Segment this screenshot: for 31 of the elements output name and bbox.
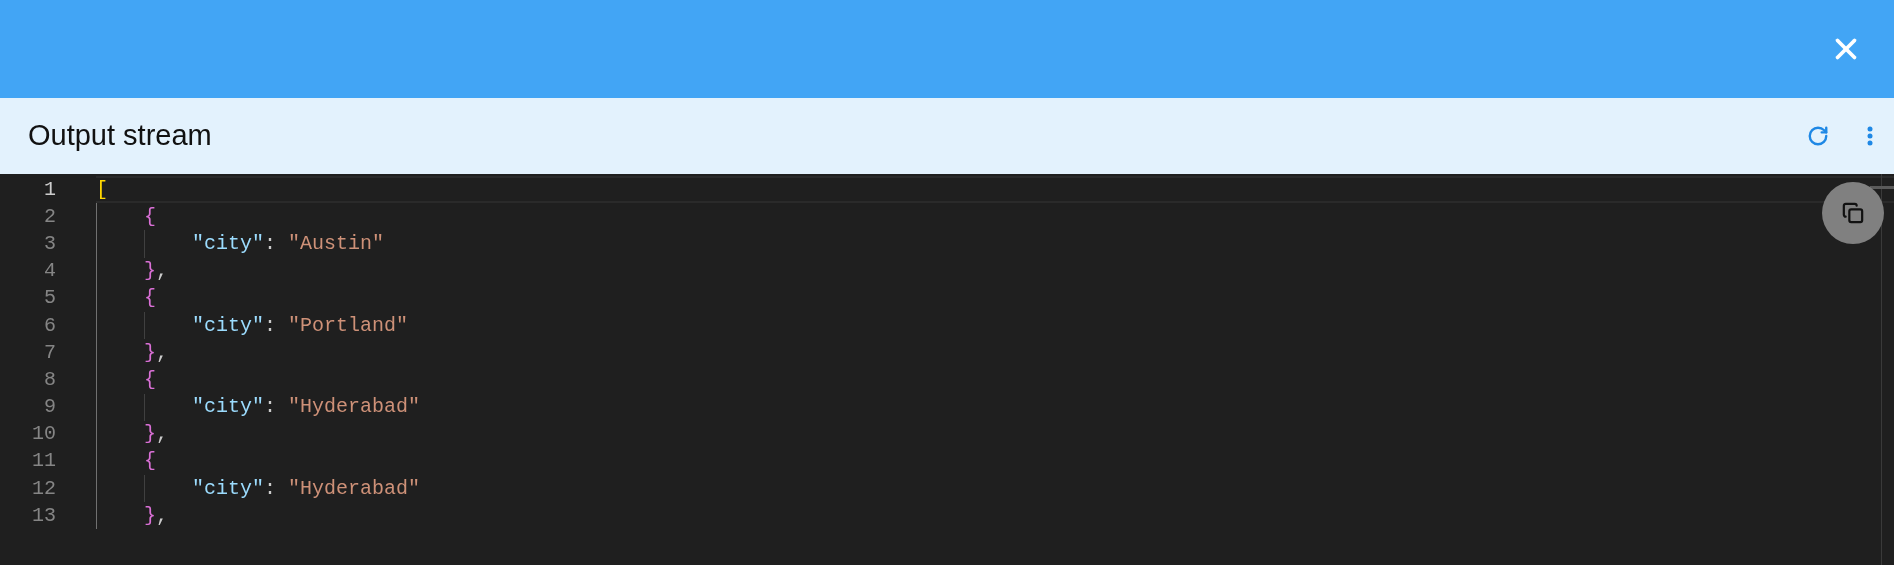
code-line: { xyxy=(144,285,156,312)
line-number: 2 xyxy=(43,203,56,230)
code-line: "city": "Portland" xyxy=(192,312,409,339)
line-number: 5 xyxy=(43,285,56,312)
refresh-icon xyxy=(1807,125,1829,147)
line-number: 10 xyxy=(31,421,56,448)
code-line: "city": "Austin" xyxy=(192,230,385,257)
code-line: { xyxy=(144,366,156,393)
code-line: }, xyxy=(144,258,169,285)
copy-icon xyxy=(1842,202,1864,224)
code-line: "city": "Hyderabad" xyxy=(192,475,421,502)
line-number: 12 xyxy=(31,475,56,502)
code-line: }, xyxy=(144,421,169,448)
line-number: 9 xyxy=(43,394,56,421)
code-line: [ xyxy=(96,176,108,203)
line-number: 11 xyxy=(31,448,56,475)
more-options-icon xyxy=(1867,126,1873,146)
line-number: 13 xyxy=(31,502,56,529)
line-number: 4 xyxy=(43,258,56,285)
line-number: 6 xyxy=(43,312,56,339)
line-number: 7 xyxy=(43,339,56,366)
panel-title: Output stream xyxy=(28,118,213,154)
code-editor[interactable]: 1 [ 2 { 3 "city": "Austin" 4 }, 5 { 6 "city": "Portland" 7 }, 8 { 9 "city": "Hyderabad" 10 }, 11 { 12 "city": "Hyderabad" 13 }, xyxy=(0,174,1894,565)
code-line: }, xyxy=(144,502,169,529)
code-line: { xyxy=(144,203,156,230)
code-line: { xyxy=(144,448,156,475)
line-number: 1 xyxy=(43,176,56,203)
code-line: "city": "Hyderabad" xyxy=(192,394,421,421)
line-number: 3 xyxy=(43,230,56,257)
code-line: }, xyxy=(144,339,169,366)
line-number: 8 xyxy=(43,366,56,393)
